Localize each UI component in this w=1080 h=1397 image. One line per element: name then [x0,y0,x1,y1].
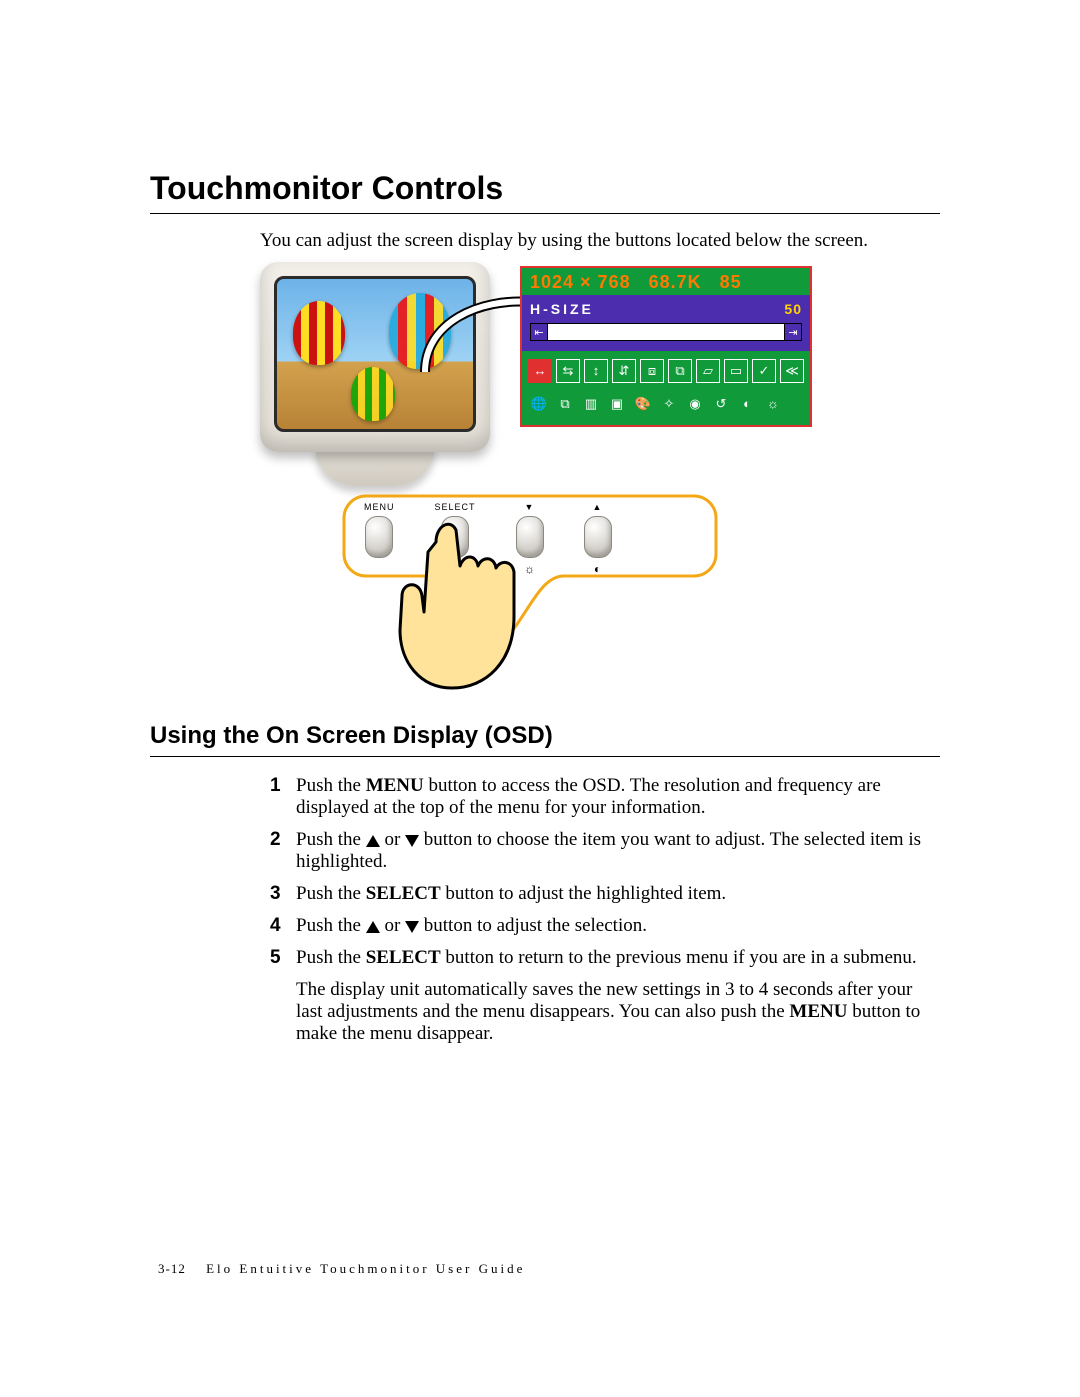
select-button-label: SELECT [435,502,476,512]
balloon-icon [293,301,345,365]
contrast-icon: ◐ [736,393,758,415]
osd-icon: ▣ [606,393,628,415]
v-pos-icon: ⇵ [612,359,636,383]
osd-panel: 1024 × 768 68.7K 85 H-SIZE 50 ⇤ ⇥ ↔ ⇆ ↕ [520,266,812,427]
list-item: 2 Push the or button to choose the item … [270,829,940,873]
balloon-icon [351,367,395,421]
trapezoid-icon: ▱ [696,359,720,383]
osd-param-label: H-SIZE [530,301,594,317]
heading-rule [150,213,940,214]
footer-title: Elo Entuitive Touchmonitor User Guide [206,1261,525,1276]
osd-param-value: 50 [784,301,802,317]
zoom-icon: ✓ [752,359,776,383]
arrow-left-icon: ⇤ [531,324,548,340]
pinbalance-icon: ⧉ [668,359,692,383]
h-size-icon: ↔ [528,359,552,383]
controls-figure: 1024 × 768 68.7K 85 H-SIZE 50 ⇤ ⇥ ↔ ⇆ ↕ [260,262,820,682]
osd-slider: ⇤ ⇥ [530,323,802,341]
recall-icon: ↺ [710,393,732,415]
halftone-icon: ▥ [580,393,602,415]
intro-paragraph: You can adjust the screen display by usi… [260,230,940,252]
list-item: 5 Push the SELECT button to return to th… [270,947,940,969]
down-button-symbol: ▼ [525,502,535,512]
menu-button-label: MENU [364,502,395,512]
list-item: 1 Push the MENU button to access the OSD… [270,775,940,819]
osd-hfreq: 68.7K [649,272,702,293]
osd-vfreq: 85 [720,272,742,293]
list-item: 4 Push the or button to adjust the selec… [270,915,940,937]
down-triangle-icon [405,921,419,933]
parallel-icon: ▭ [724,359,748,383]
up-button[interactable] [584,516,612,558]
closing-paragraph: The display unit automatically saves the… [296,979,940,1045]
pincushion-icon: ⧈ [640,359,664,383]
subheading-rule [150,756,940,757]
list-item: 3 Push the SELECT button to adjust the h… [270,883,940,905]
arrow-right-icon: ⇥ [784,324,801,340]
degauss-icon: ✧ [658,393,680,415]
moire-icon: ◉ [684,393,706,415]
footer-page-number: 3-12 [158,1261,186,1276]
up-triangle-icon [366,835,380,847]
more-icon: ≪ [780,359,804,383]
contrast-icon: ◐ [594,562,601,577]
down-triangle-icon [405,835,419,847]
v-size-icon: ↕ [584,359,608,383]
page-footer: 3-12 Elo Entuitive Touchmonitor User Gui… [158,1261,525,1277]
color-icon: 🎨 [632,393,654,415]
osd-icon-row-1: ↔ ⇆ ↕ ⇵ ⧈ ⧉ ▱ ▭ ✓ ≪ [528,359,804,383]
input-icon: ⧉ [554,393,576,415]
osd-steps-list: 1 Push the MENU button to access the OSD… [270,775,940,969]
h-pos-icon: ⇆ [556,359,580,383]
up-triangle-icon [366,921,380,933]
pointing-hand-icon [390,512,560,702]
section-heading: Touchmonitor Controls [150,170,940,207]
language-icon: 🌐 [528,393,550,415]
osd-icon-row-2: 🌐 ⧉ ▥ ▣ 🎨 ✧ ◉ ↺ ◐ ☼ [528,393,804,415]
osd-resolution: 1024 × 768 [530,272,631,293]
up-button-symbol: ▲ [593,502,603,512]
subsection-heading: Using the On Screen Display (OSD) [150,722,940,750]
brightness-icon: ☼ [762,393,784,415]
